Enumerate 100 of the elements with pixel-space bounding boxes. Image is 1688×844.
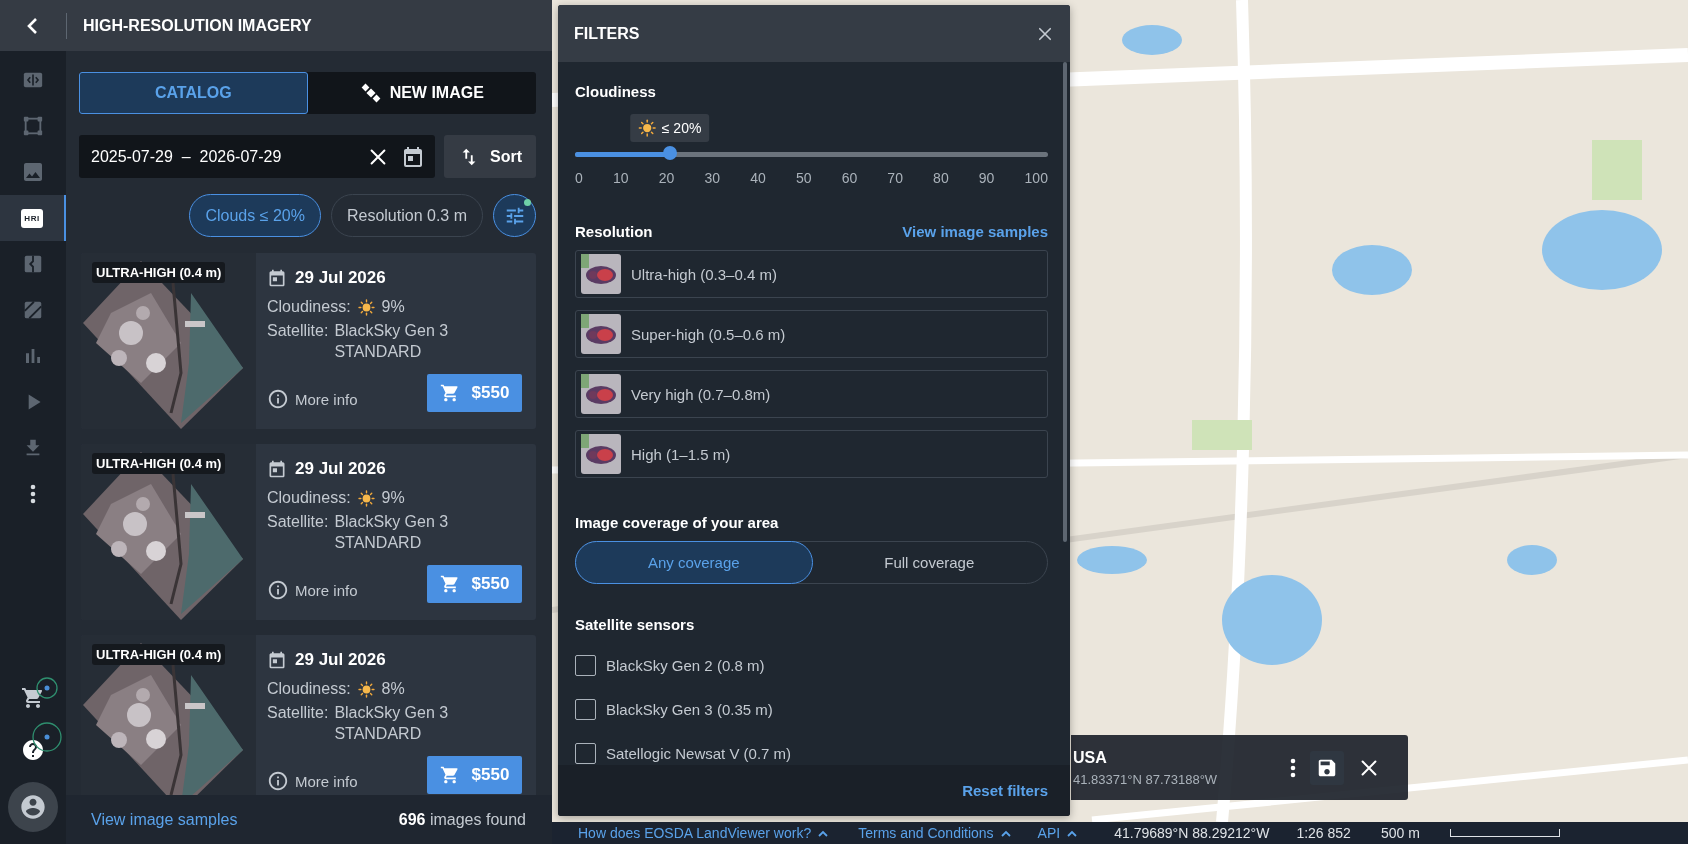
save-button[interactable] xyxy=(1310,750,1344,785)
checkbox[interactable] xyxy=(575,698,596,720)
section-label: Cloudiness xyxy=(575,83,657,100)
calendar-icon xyxy=(267,459,287,479)
help-icon xyxy=(21,738,45,762)
resolution-badge: ULTRA-HIGH (0.4 m) xyxy=(92,453,226,474)
cloudiness-label: Cloudiness: xyxy=(267,298,351,316)
satellite-name: BlackSky Gen 3 xyxy=(334,704,449,722)
calendar-icon xyxy=(267,650,287,670)
footer-link[interactable]: Terms and Conditions xyxy=(858,825,1011,841)
pulse-ring-icon xyxy=(32,722,62,752)
footer-link[interactable]: API xyxy=(1037,825,1078,841)
scrollbar[interactable] xyxy=(1063,62,1067,542)
sensor-label: BlackSky Gen 2 (0.8 m) xyxy=(606,656,765,674)
sensor-label: Satellogic Newsat V (0.7 m) xyxy=(606,744,792,762)
cart-icon xyxy=(21,686,45,710)
lake xyxy=(1507,545,1557,575)
tick-label: 20 xyxy=(658,170,675,186)
filter-chip[interactable]: Clouds ≤ 20% xyxy=(189,194,321,237)
satellite-label: Satellite: xyxy=(267,704,329,723)
date-input[interactable]: 2025-07-29 – 2026-07-29 xyxy=(89,146,355,167)
images-count: 696 images found xyxy=(398,810,526,829)
satellite-mode: STANDARD xyxy=(334,725,423,743)
cloudiness-value: 9% xyxy=(381,489,405,507)
lake xyxy=(1077,546,1147,574)
tick-label: 70 xyxy=(887,170,903,186)
tick-label: 100 xyxy=(1024,170,1048,186)
satellite-name: BlackSky Gen 3 xyxy=(334,322,449,340)
caret-icon xyxy=(1000,829,1011,837)
view-samples-link[interactable]: View image samples xyxy=(902,223,1048,240)
park xyxy=(1592,140,1642,200)
image-date: 29 Jul 2026 xyxy=(295,268,386,288)
section-label: Satellite sensors xyxy=(575,616,696,633)
info-icon xyxy=(267,770,289,792)
scale-distance: 500 m xyxy=(1380,825,1420,841)
resolution-option[interactable]: High (1–1.5 m) xyxy=(575,430,1048,478)
filters-button[interactable] xyxy=(493,194,536,237)
more-icon xyxy=(1290,757,1296,778)
sensor-label: BlackSky Gen 3 (0.35 m) xyxy=(606,700,773,718)
rail-item[interactable]: HRI xyxy=(0,195,66,241)
account-button[interactable] xyxy=(8,782,58,832)
back-icon xyxy=(26,16,40,35)
resolution-badge: ULTRA-HIGH (0.4 m) xyxy=(92,644,226,665)
satellite-mode: STANDARD xyxy=(334,534,423,552)
pulse-ring-icon xyxy=(36,677,58,699)
split-panels-icon xyxy=(22,253,44,275)
tab[interactable]: CATALOG xyxy=(79,72,308,114)
more-info-link[interactable]: More info xyxy=(267,770,358,792)
checkbox[interactable] xyxy=(575,742,596,764)
coverage-option[interactable]: Any coverage xyxy=(575,541,813,584)
cart-icon xyxy=(439,765,460,785)
satellite-label: Satellite: xyxy=(267,513,329,532)
image-card[interactable]: ULTRA-HIGH (0.4 m) 29 Jul 2026 Cloudiness: 9% Satellite: BlackSky Gen 3 STANDARD More info $550 xyxy=(81,253,536,429)
resolution-option[interactable]: Super-high (0.5–0.6 m) xyxy=(575,310,1048,358)
cart-icon xyxy=(439,574,460,594)
info-icon xyxy=(267,388,289,410)
caret-icon xyxy=(1067,829,1078,837)
footer-link[interactable]: How does EOSDA LandViewer work? xyxy=(578,825,829,841)
image-date: 29 Jul 2026 xyxy=(295,459,386,479)
slider-thumb[interactable] xyxy=(662,146,677,160)
panel-title: HIGH-RESOLUTION IMAGERY xyxy=(83,16,312,35)
location-name: USA xyxy=(1073,748,1108,767)
account-icon xyxy=(19,793,47,821)
tab[interactable]: NEW IMAGE xyxy=(307,72,536,114)
map-scale: 1:26 852 xyxy=(1296,825,1351,841)
tick-label: 50 xyxy=(795,170,812,186)
date-range-field[interactable]: 2025-07-29 – 2026-07-29 xyxy=(79,135,435,178)
image-card[interactable]: ULTRA-HIGH (0.4 m) 29 Jul 2026 Cloudiness: 9% Satellite: BlackSky Gen 3 STANDARD More info $550 xyxy=(81,444,536,620)
cloudiness-value: 9% xyxy=(381,298,405,316)
satellite-label: Satellite: xyxy=(267,322,329,341)
resolution-option[interactable]: Ultra-high (0.3–0.4 m) xyxy=(575,250,1048,298)
cloudiness-value: 8% xyxy=(381,680,405,698)
sun-icon xyxy=(357,298,375,316)
satellite-mode: STANDARD xyxy=(334,343,423,361)
cart-icon xyxy=(439,383,460,403)
tick-label: 0 xyxy=(575,170,583,186)
section-label: Resolution xyxy=(575,223,653,240)
coverage-option[interactable]: Full coverage xyxy=(810,541,1048,584)
view-samples-link[interactable]: View image samples xyxy=(91,810,238,829)
area-icon xyxy=(22,115,44,137)
sun-icon xyxy=(637,119,656,137)
tick-label: 80 xyxy=(933,170,949,186)
calendar-icon xyxy=(401,144,425,169)
checkbox[interactable] xyxy=(575,654,596,676)
lake xyxy=(1122,25,1182,55)
satellite-icon xyxy=(359,82,382,104)
resolution-option[interactable]: Very high (0.7–0.8m) xyxy=(575,370,1048,418)
image-card[interactable]: ULTRA-HIGH (0.4 m) 29 Jul 2026 Cloudiness: 8% Satellite: BlackSky Gen 3 STANDARD More info $550 xyxy=(81,635,536,795)
satellite-name: BlackSky Gen 3 xyxy=(334,513,449,531)
reset-filters-button[interactable]: Reset filters xyxy=(956,781,1054,800)
cursor-coordinates: 41.79689°N 88.29212°W xyxy=(1114,825,1270,841)
more-info-link[interactable]: More info xyxy=(267,579,358,601)
calendar-icon xyxy=(267,268,287,288)
park xyxy=(1192,420,1252,450)
map-layers-icon xyxy=(22,299,44,321)
sort-button[interactable]: Sort xyxy=(444,135,536,178)
cloudiness-label: Cloudiness: xyxy=(267,680,351,698)
more-info-link[interactable]: More info xyxy=(267,388,358,410)
more-icon xyxy=(30,484,36,504)
sun-icon xyxy=(357,489,375,507)
